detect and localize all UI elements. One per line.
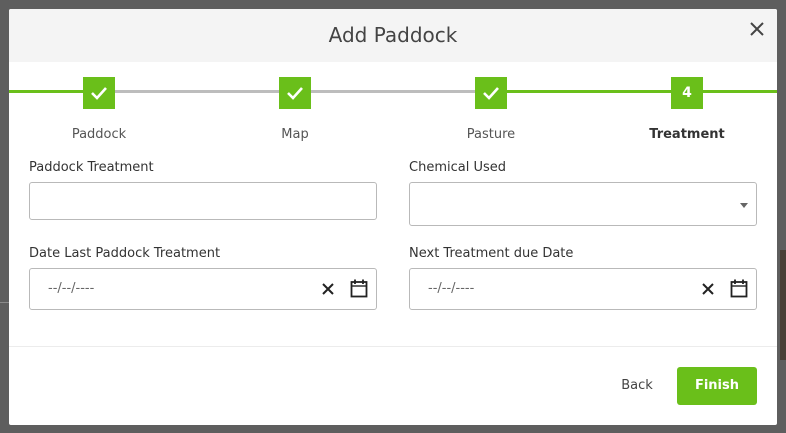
check-icon [91,87,107,100]
step-label-treatment: Treatment [649,127,725,142]
paddock-treatment-input[interactable] [29,182,377,220]
step-number: 4 [682,85,692,101]
step-connector [9,90,83,93]
finish-button[interactable]: Finish [677,367,757,405]
chemical-used-select[interactable] [409,182,757,226]
step-pasture-marker[interactable] [475,77,507,109]
step-treatment-marker[interactable]: 4 [671,77,703,109]
close-icon[interactable] [745,17,769,41]
calendar-icon[interactable] [350,279,368,298]
check-icon [483,87,499,100]
check-icon [287,87,303,100]
next-treatment-due-input[interactable]: --/--/---- [409,268,757,310]
chevron-down-icon [740,203,748,208]
step-label-pasture: Pasture [466,127,516,142]
modal-header: Add Paddock [9,9,777,62]
step-label-map: Map [281,127,309,142]
background-divider [0,302,9,303]
step-label-paddock: Paddock [71,127,127,142]
paddock-treatment-label: Paddock Treatment [29,160,154,175]
modal-title: Add Paddock [328,23,458,47]
step-paddock-marker[interactable] [83,77,115,109]
step-connector [115,90,279,93]
chemical-used-label: Chemical Used [409,160,506,175]
step-connector [311,90,475,93]
calendar-icon[interactable] [730,279,748,298]
step-connector [507,90,671,93]
step-connector [703,90,777,93]
clear-icon[interactable] [320,281,336,297]
add-paddock-modal: Add Paddock 4 Paddock Map Pasture Treatm… [9,9,777,425]
date-last-treatment-value: --/--/---- [48,281,95,296]
next-treatment-due-value: --/--/---- [428,281,475,296]
date-last-treatment-input[interactable]: --/--/---- [29,268,377,310]
next-treatment-due-label: Next Treatment due Date [409,246,574,261]
background-image [780,250,786,360]
back-button[interactable]: Back [609,369,665,403]
step-map-marker[interactable] [279,77,311,109]
clear-icon[interactable] [700,281,716,297]
date-last-treatment-label: Date Last Paddock Treatment [29,246,221,261]
footer-divider [9,346,777,347]
